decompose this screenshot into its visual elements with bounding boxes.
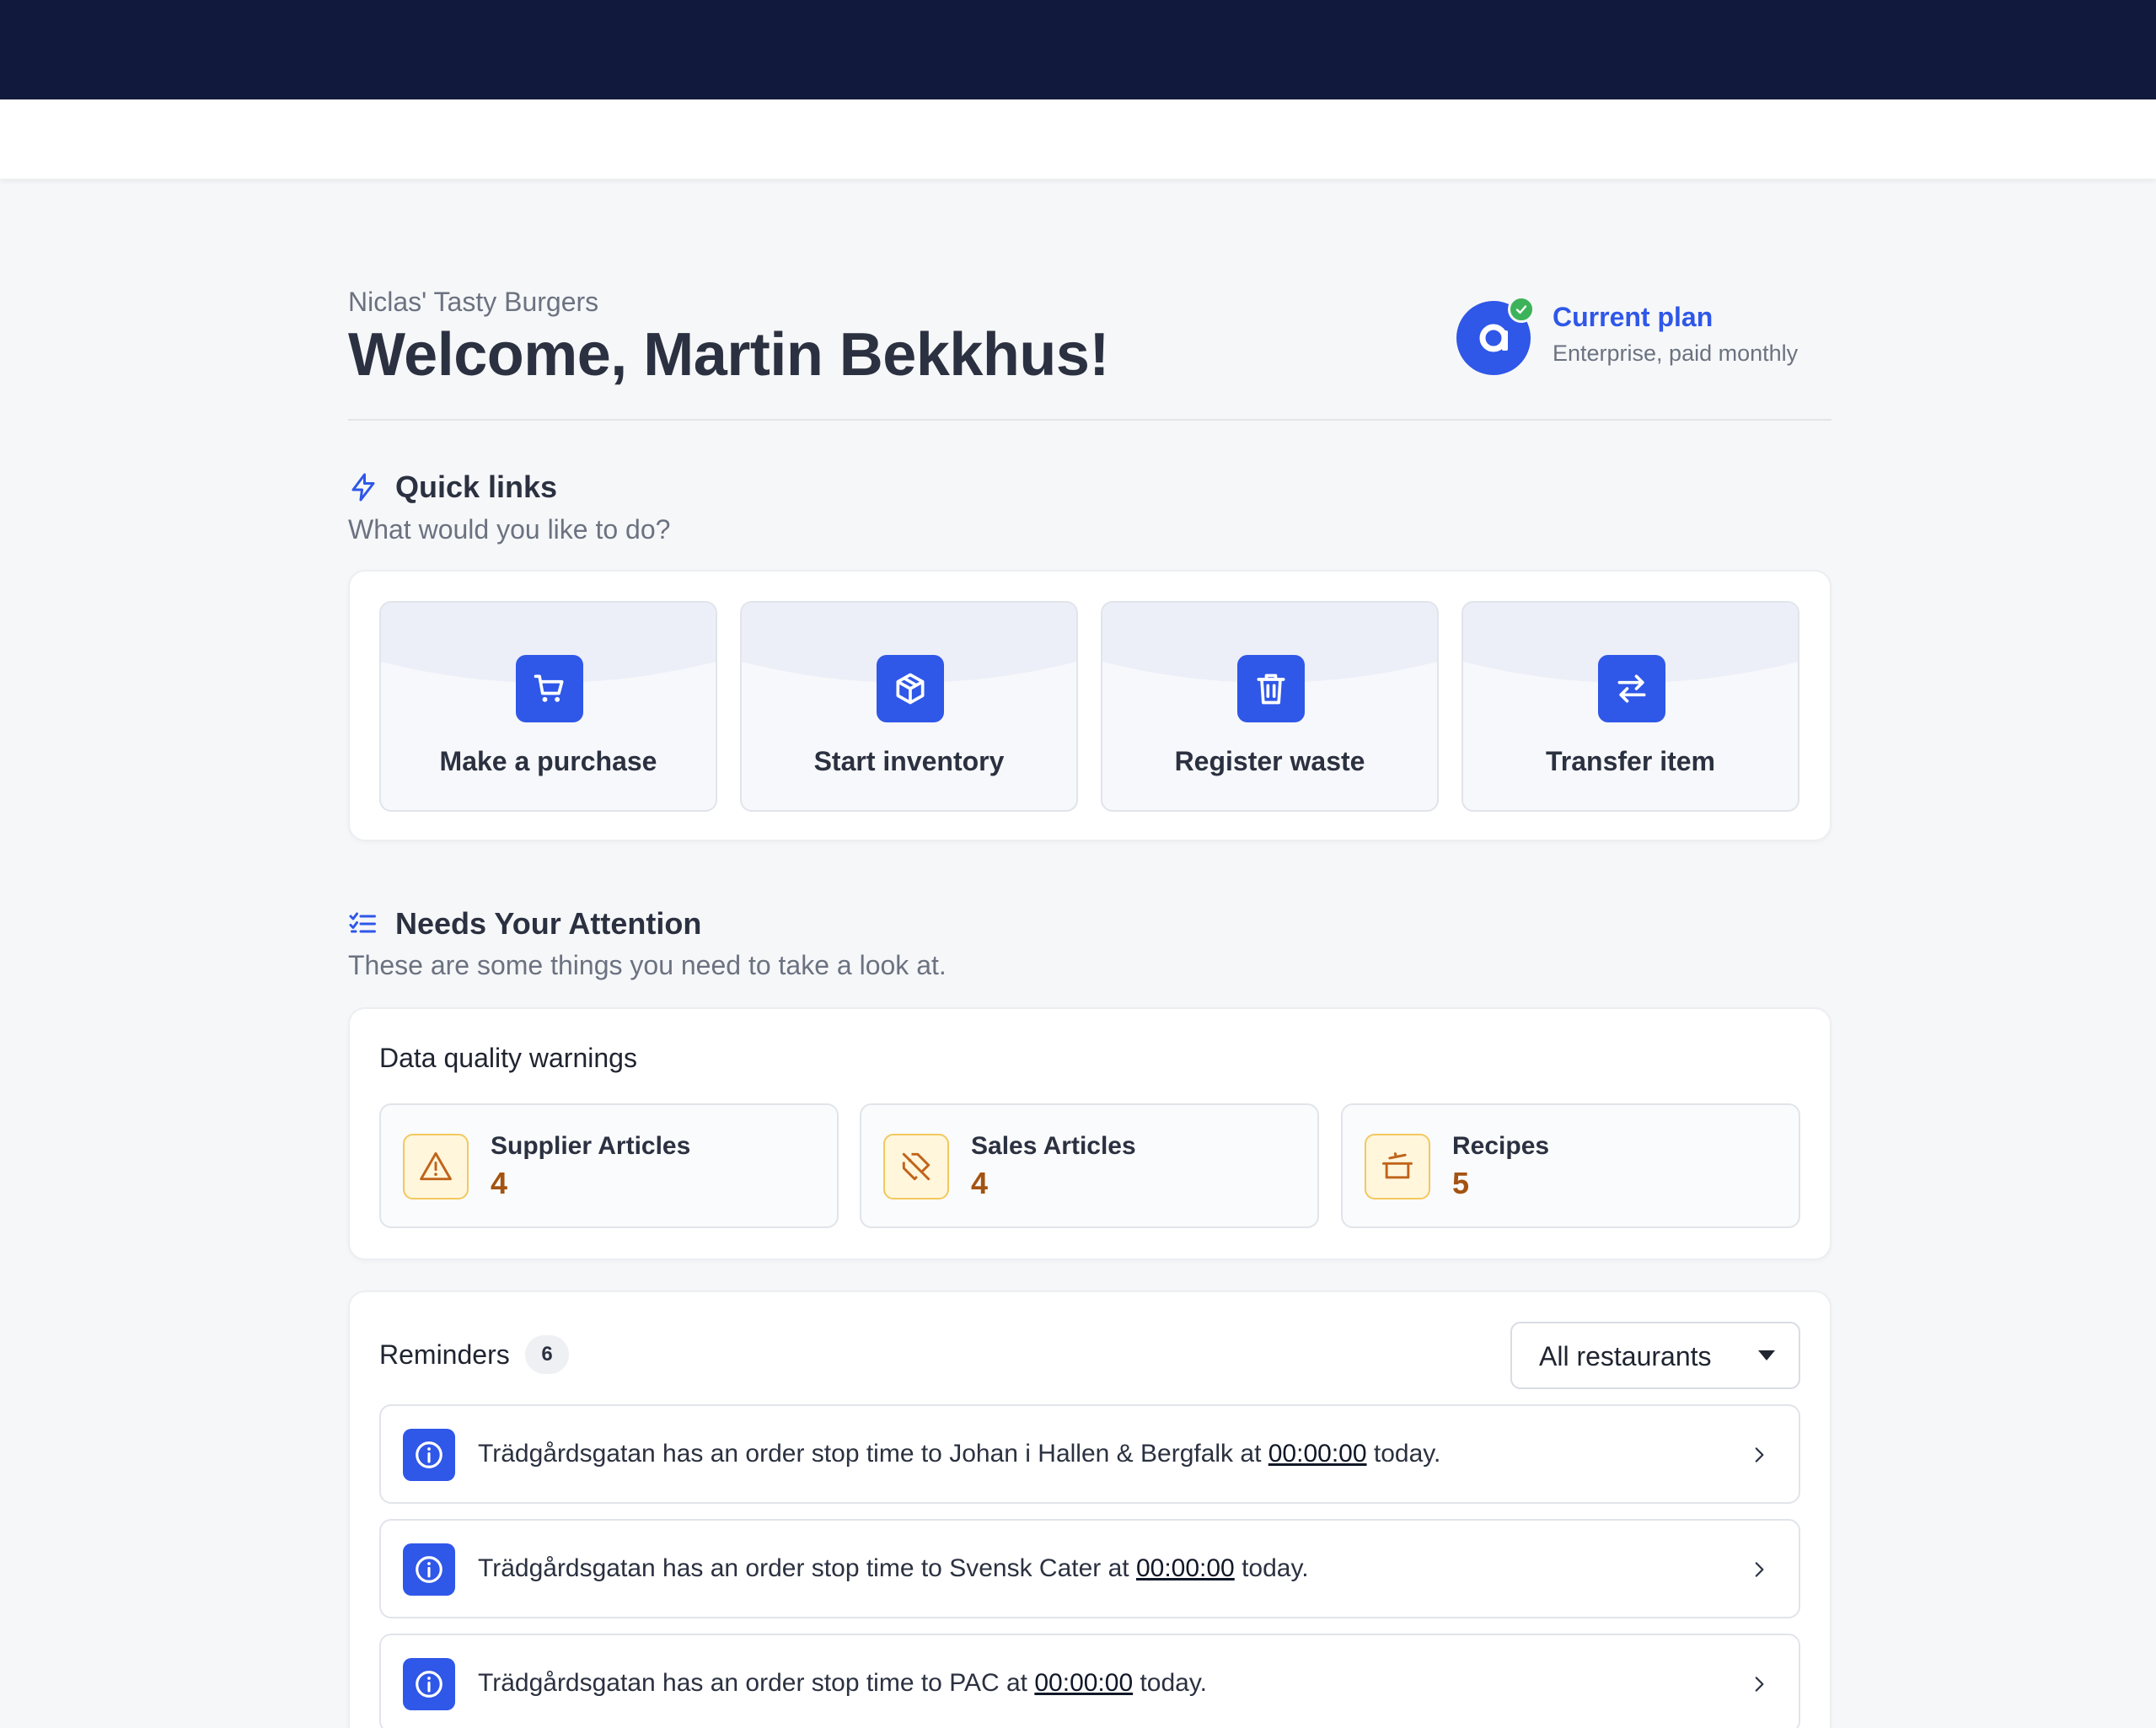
- supplier-articles-warning[interactable]: Supplier Articles 4: [379, 1103, 839, 1228]
- recipes-label: Recipes: [1452, 1132, 1550, 1160]
- data-quality-card: Data quality warnings Supplier Articles …: [348, 1007, 1832, 1260]
- reminder-time: 00:00:00: [1135, 1554, 1235, 1582]
- box-icon: [877, 655, 944, 722]
- reminders-title: Reminders: [379, 1339, 510, 1370]
- reminder-time: 00:00:00: [1034, 1669, 1134, 1697]
- sales-articles-label: Sales Articles: [971, 1132, 1136, 1160]
- reminders-card: Reminders 6 All restaurants Trädgårdsgat…: [348, 1291, 1832, 1728]
- start-inventory-label: Start inventory: [813, 746, 1005, 776]
- reminders-count-badge: 6: [525, 1335, 569, 1374]
- trash-icon: [1237, 655, 1305, 722]
- no-tag-icon: [883, 1134, 949, 1199]
- sales-articles-count: 4: [971, 1166, 989, 1200]
- restaurant-filter-dropdown[interactable]: All restaurants: [1510, 1322, 1800, 1389]
- restaurant-name: Niclas' Tasty Burgers: [348, 287, 599, 317]
- header-divider: [348, 419, 1832, 421]
- attention-subtitle: These are some things you need to take a…: [348, 950, 947, 980]
- quick-links-card: Make a purchase Start inventory Register…: [348, 570, 1832, 841]
- quick-links-title: Quick links: [395, 470, 558, 504]
- chevron-down-icon: [1758, 1350, 1775, 1360]
- register-waste-button[interactable]: Register waste: [1101, 601, 1439, 812]
- chevron-right-icon: [1755, 1677, 1764, 1692]
- top-navigation-bar: [0, 0, 2156, 99]
- pot-icon: [1365, 1134, 1430, 1199]
- restaurant-filter-value: All restaurants: [1539, 1341, 1712, 1371]
- current-plan-link[interactable]: Current plan: [1553, 302, 1713, 333]
- supplier-articles-count: 4: [491, 1166, 508, 1200]
- checklist-icon: [349, 912, 376, 933]
- reminder-item[interactable]: Trädgårdsgatan has an order stop time to…: [379, 1634, 1800, 1728]
- reminder-time: 00:00:00: [1268, 1440, 1367, 1468]
- warning-icon: [403, 1134, 469, 1199]
- sub-navigation-bar: [0, 99, 2156, 179]
- info-icon: [403, 1429, 455, 1481]
- reminder-text: Trädgårdsgatan has an order stop time to…: [478, 1554, 1309, 1582]
- quick-links-subtitle: What would you like to do?: [348, 514, 671, 545]
- make-purchase-label: Make a purchase: [439, 746, 657, 776]
- reminder-text: Trädgårdsgatan has an order stop time to…: [478, 1669, 1207, 1697]
- transfer-item-button[interactable]: Transfer item: [1461, 601, 1799, 812]
- recipes-count: 5: [1452, 1166, 1470, 1200]
- attention-title: Needs Your Attention: [395, 906, 702, 941]
- attention-heading: Needs Your Attention: [348, 906, 701, 942]
- sales-articles-warning[interactable]: Sales Articles 4: [860, 1103, 1319, 1228]
- reminder-item[interactable]: Trädgårdsgatan has an order stop time to…: [379, 1519, 1800, 1618]
- page-title: Welcome, Martin Bekkhus!: [348, 321, 1109, 389]
- transfer-icon: [1598, 655, 1665, 722]
- check-icon: [1508, 296, 1535, 323]
- quick-links-heading: Quick links: [348, 470, 557, 505]
- plan-description: Enterprise, paid monthly: [1553, 341, 1799, 366]
- make-purchase-button[interactable]: Make a purchase: [379, 601, 717, 812]
- chevron-right-icon: [1755, 1447, 1764, 1462]
- info-icon: [403, 1543, 455, 1596]
- register-waste-label: Register waste: [1174, 746, 1365, 776]
- reminder-item[interactable]: Trädgårdsgatan has an order stop time to…: [379, 1404, 1800, 1504]
- chevron-right-icon: [1755, 1562, 1764, 1577]
- data-quality-title: Data quality warnings: [379, 1043, 637, 1073]
- info-icon: [403, 1658, 455, 1710]
- recipes-warning[interactable]: Recipes 5: [1341, 1103, 1800, 1228]
- lightning-icon: [351, 473, 375, 502]
- transfer-item-label: Transfer item: [1546, 746, 1715, 776]
- start-inventory-button[interactable]: Start inventory: [740, 601, 1078, 812]
- cart-icon: [516, 655, 583, 722]
- supplier-articles-label: Supplier Articles: [491, 1132, 691, 1160]
- reminder-text: Trädgårdsgatan has an order stop time to…: [478, 1440, 1441, 1468]
